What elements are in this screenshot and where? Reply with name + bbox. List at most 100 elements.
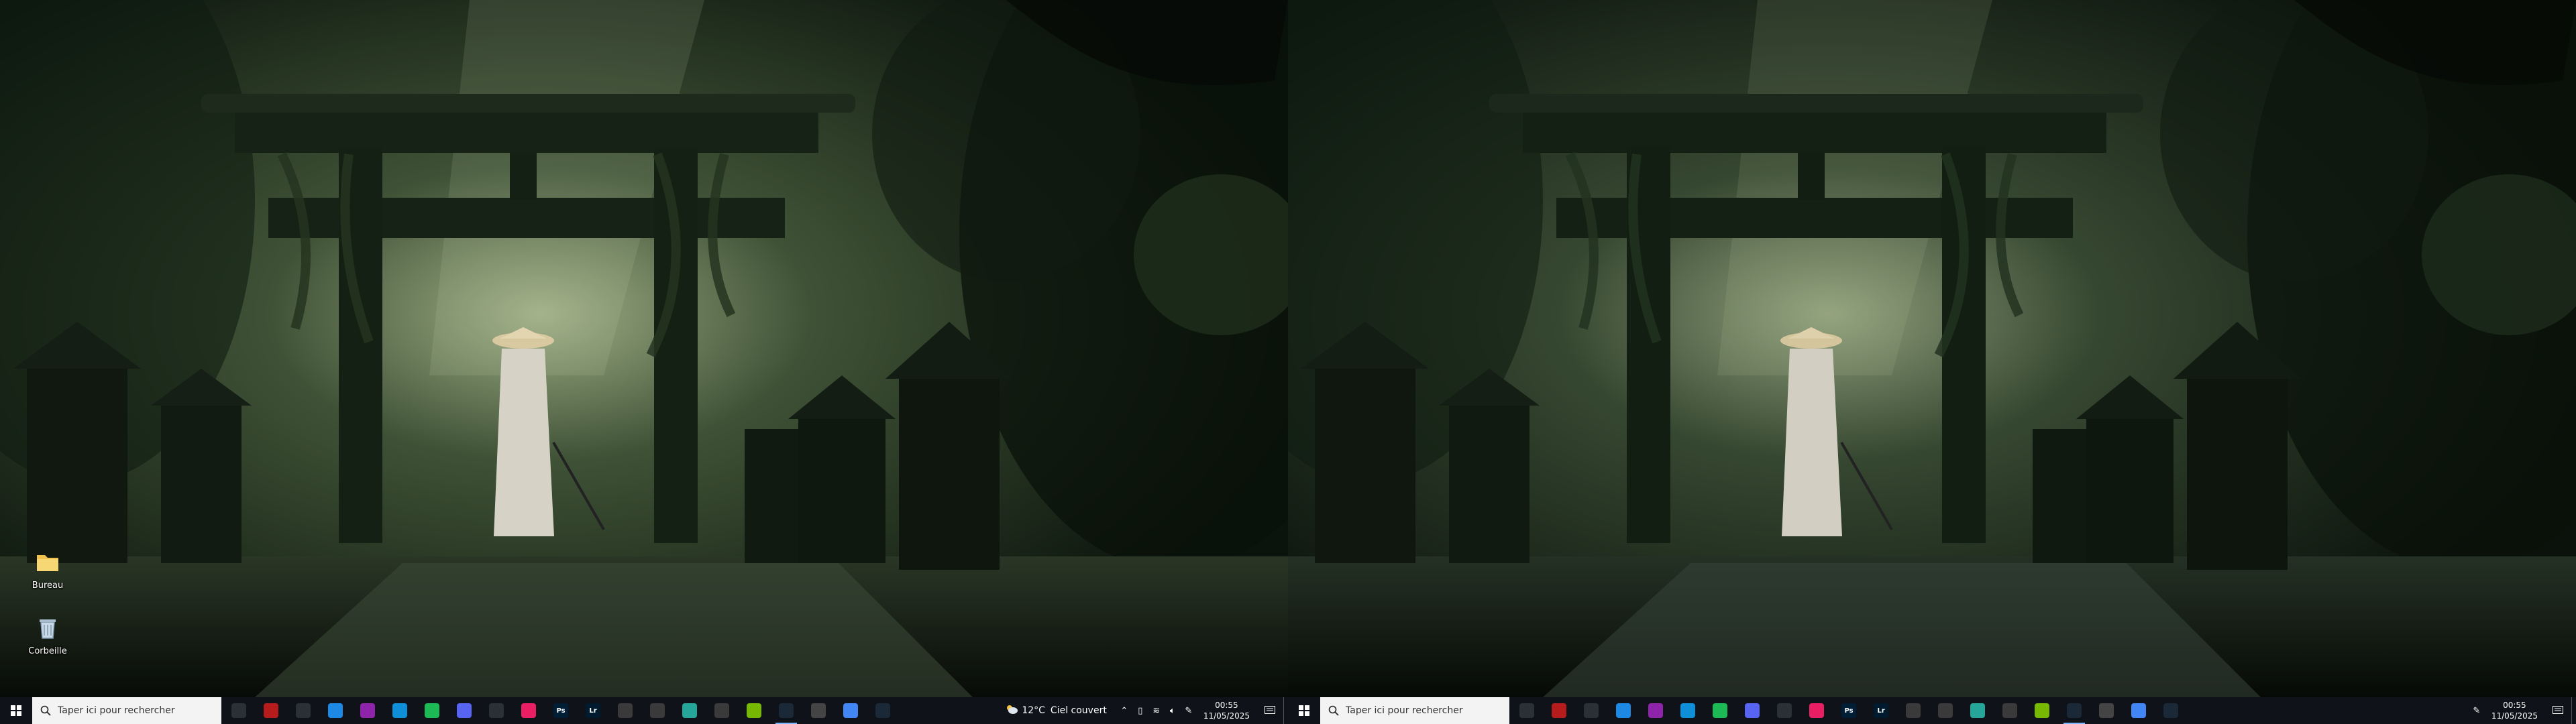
calendar-icon [328,703,343,718]
desktop-wallpaper [1288,0,2576,697]
desktop-icon-corbeille[interactable]: Corbeille [17,614,78,657]
steam-icon [2067,703,2082,718]
taskbar-app-button[interactable] [1704,697,1736,724]
system-tray: ✎ 00:55 11/05/2025 [2469,697,2576,724]
taskbar-app-button[interactable]: Lr [577,697,609,724]
start-button[interactable] [1288,697,1320,724]
windows-icon [11,705,21,716]
taskbar-app-button[interactable] [867,697,899,724]
desktop-icon-label: Corbeille [28,646,67,656]
taskbar-app-button[interactable] [416,697,448,724]
taskbar-app-button[interactable] [448,697,480,724]
clock[interactable]: 00:55 11/05/2025 [2491,700,2538,721]
wifi-icon[interactable]: ≋ [1148,697,1165,724]
multicolor-app-icon [1648,703,1663,718]
desktop-icon-label: Bureau [32,581,64,591]
notification-button[interactable] [2544,697,2571,724]
taskbar-app-button[interactable] [384,697,416,724]
teal-app-icon [682,703,697,718]
clock-time: 00:55 [2503,701,2526,710]
taskbar-apps: Ps Lr [1511,697,2187,724]
taskbar-app-button[interactable] [513,697,545,724]
clock[interactable]: 00:55 11/05/2025 [1203,700,1250,721]
taskbar-app-button[interactable] [2026,697,2058,724]
search-icon [40,705,51,716]
taskbar-apps: Ps Lr [223,697,899,724]
weather-widget[interactable]: 12°C Ciel couvert [1006,704,1107,717]
multicolor-app-icon [360,703,375,718]
network-icon[interactable]: ▯ [1132,697,1148,724]
taskbar-app-button[interactable] [1543,697,1575,724]
taskbar-app-button[interactable] [802,697,835,724]
taskbar-app-button[interactable] [738,697,770,724]
taskbar-app-button[interactable] [2090,697,2123,724]
taskbar-app-button[interactable] [1511,697,1543,724]
start-button[interactable] [0,697,32,724]
taskbar-app-button[interactable] [2058,697,2090,724]
taskbar-app-button[interactable] [835,697,867,724]
taskbar-app-button[interactable] [255,697,287,724]
photoshop-icon: Ps [553,703,568,718]
taskbar-app-button[interactable] [674,697,706,724]
triangle-app-icon [1777,703,1792,718]
taskbar-app-button[interactable]: Lr [1865,697,1897,724]
notification-icon [1265,706,1275,714]
triangle-app-icon [489,703,504,718]
desktop-icon-bureau[interactable]: Bureau [17,548,78,591]
photoshop-icon: Ps [1841,703,1856,718]
taskbar-app-button[interactable] [1929,697,1962,724]
nvidia-icon [2035,703,2049,718]
search-placeholder: Taper ici pour rechercher [1346,705,1463,716]
taskbar-app-button[interactable] [2123,697,2155,724]
volume-icon[interactable]: 🔈︎ [1165,697,1181,724]
color-wheel-icon [521,703,536,718]
notification-button[interactable] [1256,697,1283,724]
taskbar-app-button[interactable] [319,697,352,724]
taskbar-app-button[interactable] [1607,697,1640,724]
system-tray: 12°C Ciel couvert ⌃ ▯ ≋ 🔈︎ ✎ 00:55 11/05… [1006,697,1288,724]
taskbar-app-button[interactable] [706,697,738,724]
chrome-icon [2131,703,2146,718]
taskbar-app-button[interactable] [1962,697,1994,724]
taskbar-app-button[interactable] [1768,697,1801,724]
search-icon [1328,705,1339,716]
terminal-icon [1938,703,1953,718]
task-view-icon [1519,703,1534,718]
lightroom-icon: Lr [586,703,600,718]
taskbar-app-button[interactable] [287,697,319,724]
steam-icon-2 [2163,703,2178,718]
pen-icon[interactable]: ✎ [1181,697,1197,724]
taskbar-app-button[interactable] [641,697,674,724]
taskbar-app-button[interactable] [770,697,802,724]
taskbar-app-button[interactable] [2155,697,2187,724]
spotify-icon [425,703,439,718]
color-wheel-icon [1809,703,1824,718]
right-monitor: Taper ici pour rechercher Ps Lr ✎ 00:55 1… [1288,0,2576,724]
notification-icon [2553,706,2563,714]
github-desktop-icon [811,703,826,718]
taskbar-app-button[interactable] [352,697,384,724]
taskbar-app-button[interactable] [1575,697,1607,724]
taskbar-app-button[interactable] [1736,697,1768,724]
taskbar-app-button[interactable]: Ps [1833,697,1865,724]
search-box[interactable]: Taper ici pour rechercher [1320,697,1509,724]
taskbar-app-button[interactable] [1801,697,1833,724]
taskbar-app-button[interactable] [1897,697,1929,724]
taskbar-app-button[interactable] [223,697,255,724]
pen-icon[interactable]: ✎ [2469,697,2485,724]
taskbar-app-button[interactable] [609,697,641,724]
taskbar-app-button[interactable] [1994,697,2026,724]
nvidia-icon [747,703,761,718]
settings-icon [1584,703,1599,718]
search-box[interactable]: Taper ici pour rechercher [32,697,221,724]
recycle-bin-icon [17,614,78,644]
show-desktop-button[interactable] [1283,697,1288,724]
taskbar-app-button[interactable] [480,697,513,724]
taskbar-app-button[interactable]: Ps [545,697,577,724]
discord-icon [1745,703,1760,718]
taskbar-app-button[interactable] [1640,697,1672,724]
show-desktop-button[interactable] [2571,697,2576,724]
taskbar-app-button[interactable] [1672,697,1704,724]
clock-date: 11/05/2025 [1203,711,1250,721]
chevron-up-icon[interactable]: ⌃ [1116,697,1132,724]
